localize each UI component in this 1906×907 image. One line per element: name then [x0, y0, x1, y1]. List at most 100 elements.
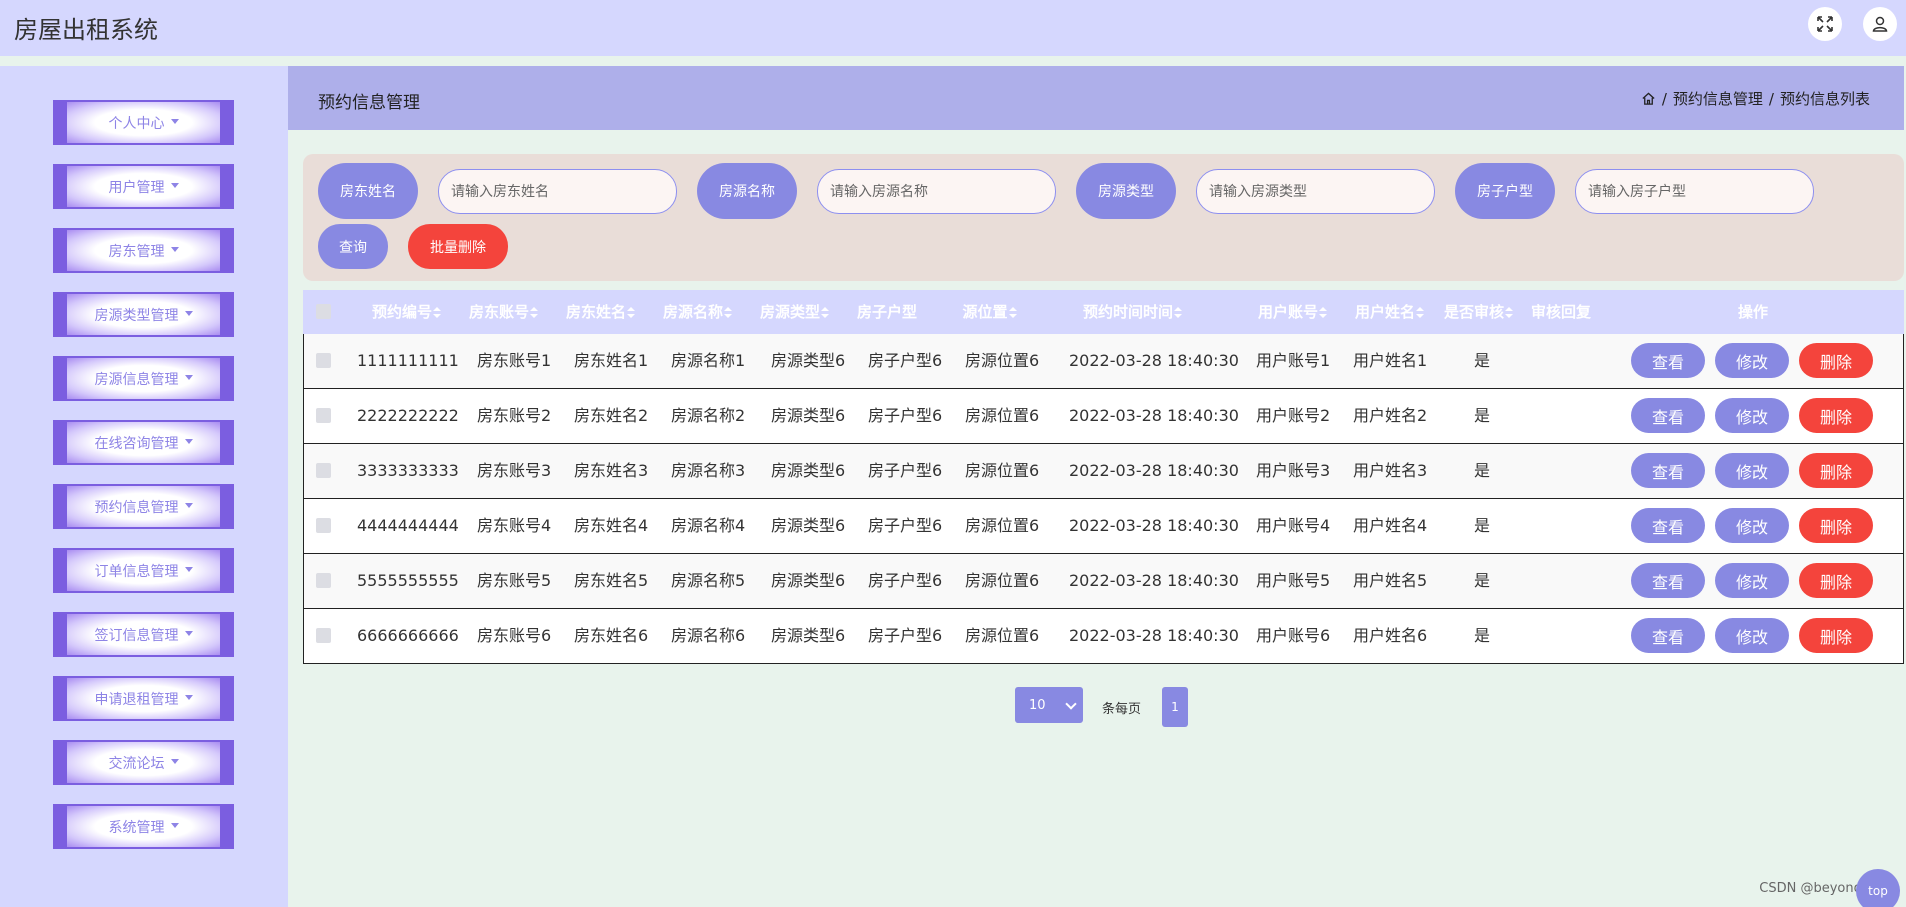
col-landlord-account[interactable]: 房东账号 — [464, 290, 544, 334]
sidebar-item-inner: 签订信息管理 — [67, 614, 220, 655]
select-all-checkbox[interactable] — [316, 304, 331, 319]
cell-booking-time: 2022-03-28 18:40:30 — [1069, 461, 1239, 480]
view-button[interactable]: 查看 — [1631, 563, 1705, 598]
delete-button[interactable]: 删除 — [1799, 343, 1873, 378]
user-button[interactable] — [1863, 7, 1897, 41]
table-row: 5555555555 房东账号5 房东姓名5 房源名称5 房源类型6 房子户型6 房源位置6… — [303, 554, 1904, 609]
page-number-current[interactable]: 1 — [1162, 687, 1188, 727]
house-name-input[interactable] — [817, 169, 1056, 214]
table-row: 4444444444 房东账号4 房东姓名4 房源名称4 房源类型6 房子户型6 房源位置6… — [303, 499, 1904, 554]
app-title: 房屋出租系统 — [14, 16, 158, 44]
view-button[interactable]: 查看 — [1631, 453, 1705, 488]
sidebar-item-label: 房源类型管理 — [94, 307, 179, 324]
col-landlord-name-label: 房东姓名 — [565, 303, 626, 321]
caret-down-icon — [170, 247, 179, 252]
cell-user-account: 用户账号5 — [1256, 571, 1331, 590]
cell-landlord-account: 房东账号4 — [477, 516, 552, 535]
edit-button[interactable]: 修改 — [1715, 508, 1789, 543]
col-approved[interactable]: 是否审核 — [1444, 290, 1514, 334]
house-type-input[interactable] — [1196, 169, 1435, 214]
fullscreen-button[interactable] — [1808, 7, 1842, 41]
row-checkbox[interactable] — [316, 463, 331, 478]
row-checkbox[interactable] — [316, 353, 331, 368]
delete-button[interactable]: 删除 — [1799, 398, 1873, 433]
sidebar-item-label: 用户管理 — [108, 179, 165, 196]
row-checkbox[interactable] — [316, 518, 331, 533]
breadcrumb-item-module[interactable]: 预约信息管理 — [1673, 88, 1763, 109]
sidebar-item[interactable]: 房源信息管理 — [53, 356, 234, 401]
query-button[interactable]: 查询 — [318, 224, 388, 269]
caret-down-icon — [170, 183, 179, 188]
sort-icon — [1319, 307, 1328, 318]
sidebar-item[interactable]: 申请退租管理 — [53, 676, 234, 721]
cell-landlord-name: 房东姓名3 — [574, 461, 649, 480]
edit-button[interactable]: 修改 — [1715, 398, 1789, 433]
sidebar-item[interactable]: 个人中心 — [53, 100, 234, 145]
cell-house-type: 房源类型6 — [771, 626, 846, 645]
view-button[interactable]: 查看 — [1631, 343, 1705, 378]
row-checkbox[interactable] — [316, 628, 331, 643]
table-header: 预约编号 房东账号 房东姓名 房源名称 房源类型 房子户型 源位置 预约时间时间… — [303, 290, 1904, 334]
col-booking-id-label: 预约编号 — [371, 303, 432, 321]
cell-booking-time: 2022-03-28 18:40:30 — [1069, 351, 1239, 370]
edit-button[interactable]: 修改 — [1715, 618, 1789, 653]
col-actions: 操作 — [1703, 290, 1803, 334]
fullscreen-icon — [1817, 16, 1833, 32]
edit-button[interactable]: 修改 — [1715, 343, 1789, 378]
cell-booking-id: 4444444444 — [357, 516, 459, 535]
col-user-account-label: 用户账号 — [1257, 303, 1318, 321]
sidebar-item-label: 个人中心 — [108, 115, 165, 132]
sidebar-item[interactable]: 系统管理 — [53, 804, 234, 849]
delete-button[interactable]: 删除 — [1799, 563, 1873, 598]
sidebar-item[interactable]: 房东管理 — [53, 228, 234, 273]
cell-layout: 房子户型6 — [868, 626, 943, 645]
delete-button[interactable]: 删除 — [1799, 508, 1873, 543]
sidebar-item[interactable]: 订单信息管理 — [53, 548, 234, 593]
col-landlord-name[interactable]: 房东姓名 — [561, 290, 641, 334]
cell-booking-id: 1111111111 — [357, 351, 459, 370]
sidebar-item-inner: 订单信息管理 — [67, 550, 220, 591]
col-house-type[interactable]: 房源类型 — [755, 290, 835, 334]
col-reply: 审核回复 — [1526, 290, 1596, 334]
sort-icon — [1505, 307, 1514, 318]
sidebar-item[interactable]: 预约信息管理 — [53, 484, 234, 529]
col-approved-label: 是否审核 — [1444, 303, 1505, 321]
layout-input[interactable] — [1575, 169, 1814, 214]
caret-down-icon — [170, 119, 179, 124]
col-location[interactable]: 源位置 — [955, 290, 1025, 334]
col-booking-id[interactable]: 预约编号 — [367, 290, 447, 334]
edit-button[interactable]: 修改 — [1715, 563, 1789, 598]
row-checkbox[interactable] — [316, 408, 331, 423]
col-house-name[interactable]: 房源名称 — [658, 290, 738, 334]
chevron-down-icon — [1065, 698, 1077, 710]
view-button[interactable]: 查看 — [1631, 398, 1705, 433]
sidebar-item[interactable]: 在线咨询管理 — [53, 420, 234, 465]
cell-approved: 是 — [1474, 516, 1491, 535]
sidebar-item[interactable]: 用户管理 — [53, 164, 234, 209]
page-size-select[interactable]: 10 — [1015, 687, 1083, 723]
view-button[interactable]: 查看 — [1631, 508, 1705, 543]
col-booking-time-label: 预约时间时间 — [1082, 303, 1173, 321]
sidebar-item[interactable]: 房源类型管理 — [53, 292, 234, 337]
caret-down-icon — [184, 631, 193, 636]
cell-house-name: 房源名称4 — [671, 516, 746, 535]
sidebar-item[interactable]: 签订信息管理 — [53, 612, 234, 657]
delete-button[interactable]: 删除 — [1799, 618, 1873, 653]
cell-landlord-account: 房东账号6 — [477, 626, 552, 645]
user-icon — [1872, 16, 1888, 32]
sidebar-item[interactable]: 交流论坛 — [53, 740, 234, 785]
back-to-top-button[interactable]: top — [1856, 869, 1900, 907]
page-title: 预约信息管理 — [318, 93, 420, 113]
edit-button[interactable]: 修改 — [1715, 453, 1789, 488]
caret-down-icon — [184, 375, 193, 380]
bulk-delete-button[interactable]: 批量删除 — [408, 224, 508, 269]
col-booking-time[interactable]: 预约时间时间 — [1063, 290, 1203, 334]
col-user-name[interactable]: 用户姓名 — [1350, 290, 1430, 334]
landlord-name-input[interactable] — [438, 169, 677, 214]
view-button[interactable]: 查看 — [1631, 618, 1705, 653]
home-icon[interactable] — [1641, 91, 1656, 106]
col-user-account[interactable]: 用户账号 — [1253, 290, 1333, 334]
col-layout: 房子户型 — [847, 290, 927, 334]
row-checkbox[interactable] — [316, 573, 331, 588]
delete-button[interactable]: 删除 — [1799, 453, 1873, 488]
